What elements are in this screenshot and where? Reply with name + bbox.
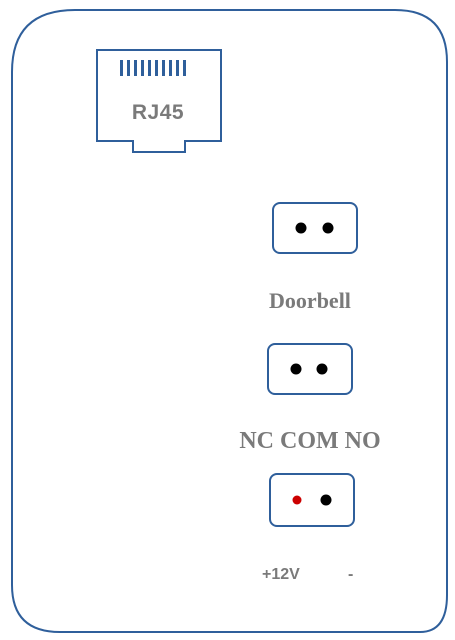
doorbell-pin-2 [322, 222, 334, 234]
device-housing-outline [11, 9, 448, 633]
doorbell-pin-1 [295, 222, 307, 234]
power-pin-positive [292, 495, 302, 505]
power-positive-label: +12V [262, 566, 300, 583]
doorbell-port-outline [272, 202, 358, 254]
rj45-label: RJ45 [131, 101, 185, 124]
power-port-outline [269, 473, 355, 527]
power-port [269, 473, 355, 527]
power-negative-label: - [348, 566, 354, 583]
relay-terminals-label: NC COM NO [239, 428, 381, 454]
doorbell-label: Doorbell [269, 288, 351, 313]
power-pin-negative [320, 494, 332, 506]
rj45-contacts [120, 60, 186, 76]
relay-pin-1 [290, 363, 302, 375]
doorbell-port [272, 202, 358, 254]
relay-port-outline [267, 343, 353, 395]
device-panel-diagram [11, 9, 448, 633]
relay-port [267, 343, 353, 395]
relay-pin-2 [316, 363, 328, 375]
